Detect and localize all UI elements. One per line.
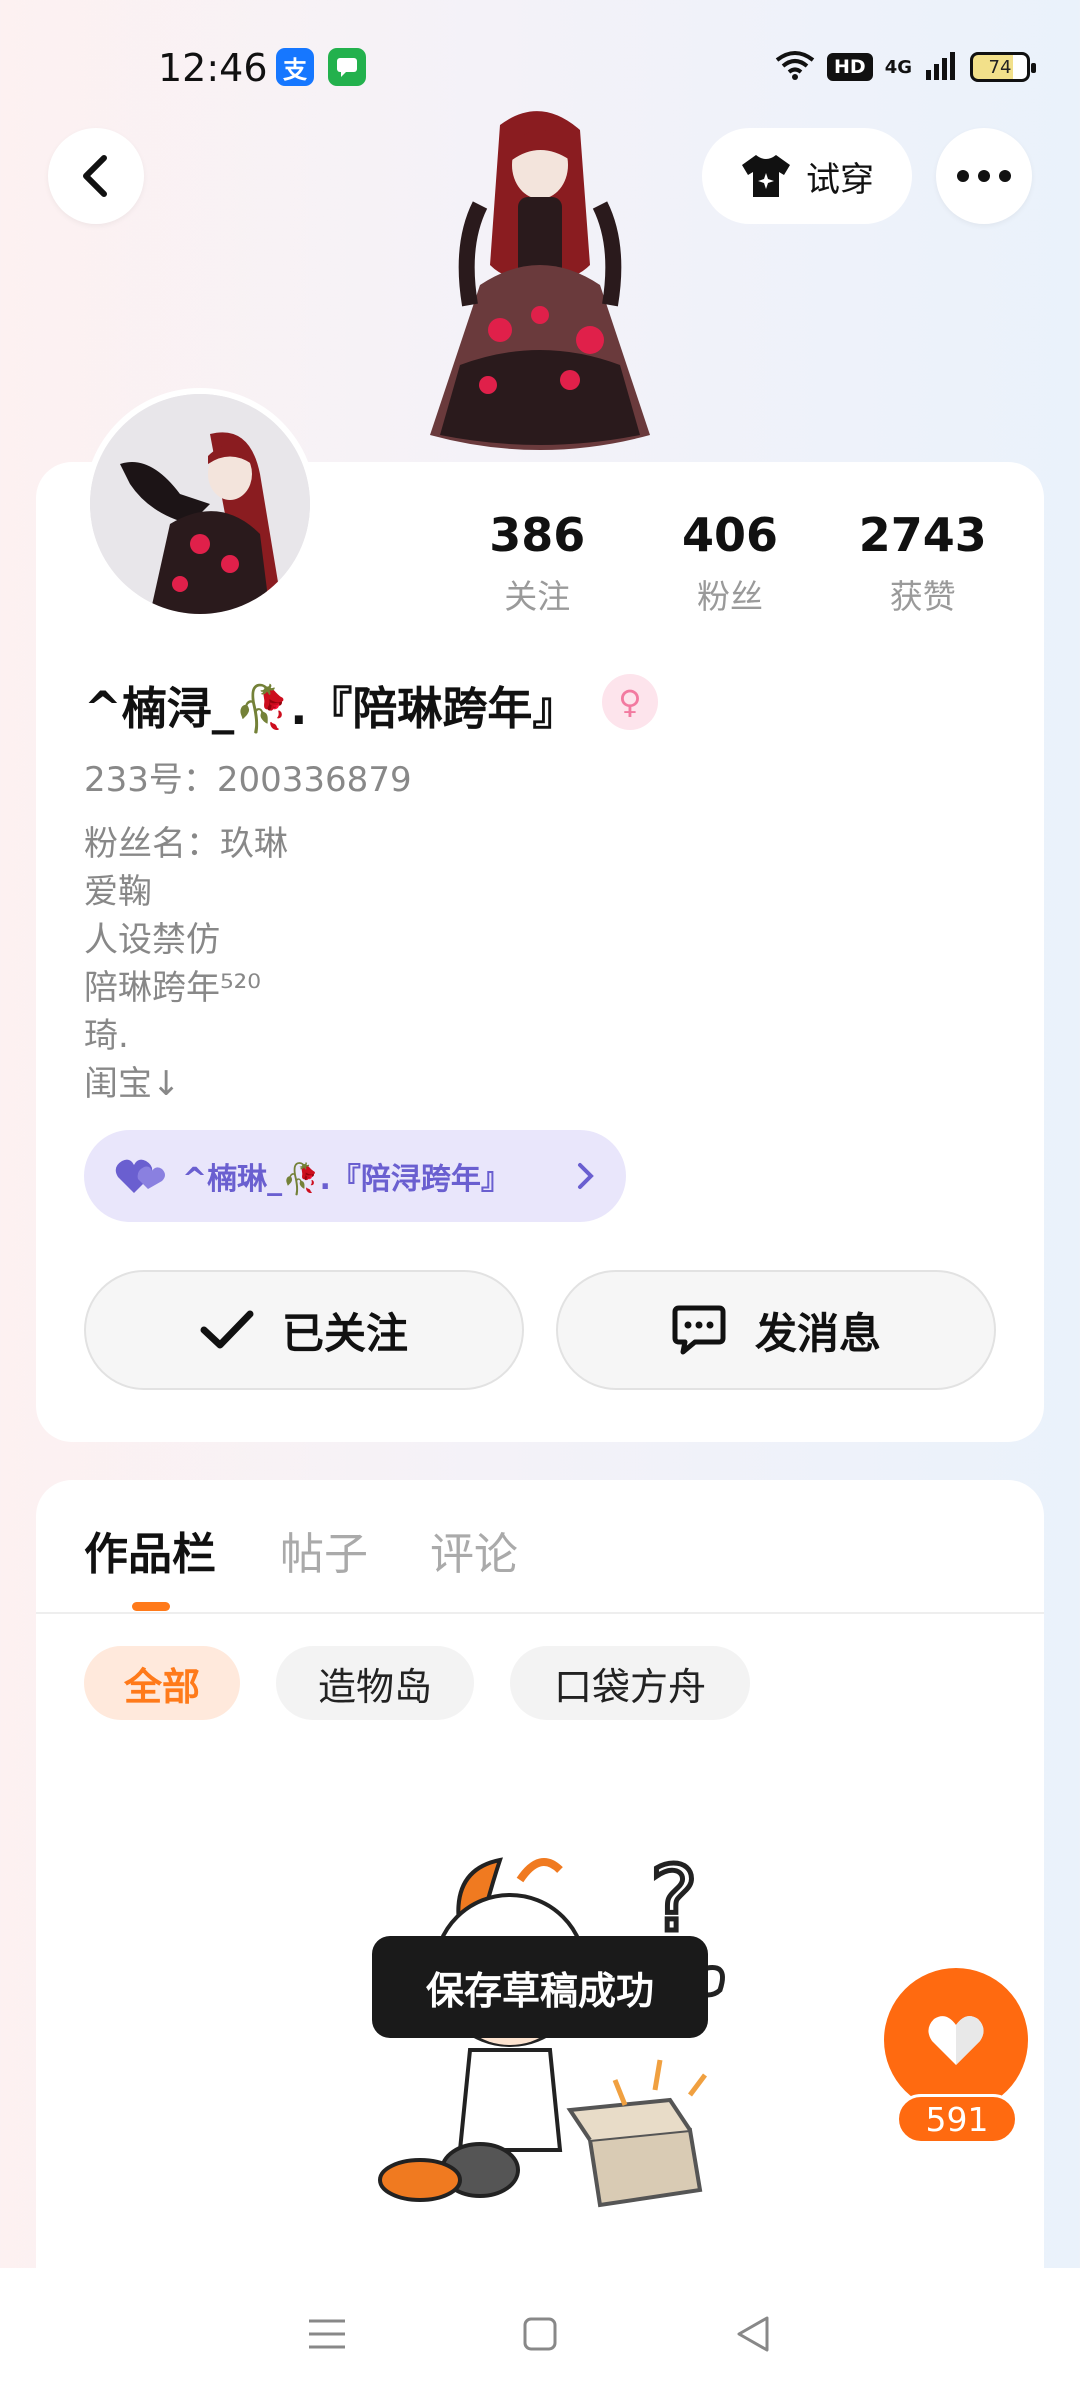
filter-chip-all[interactable]: 全部: [84, 1646, 240, 1720]
tab-comments[interactable]: 评论: [430, 1518, 518, 1582]
stat-likes-label: 获赞: [889, 577, 956, 616]
profile-stats: 386 关注 406 粉丝 2743 获赞: [440, 508, 1020, 618]
message-notification-icon: [328, 48, 366, 86]
followed-button[interactable]: 已关注: [84, 1270, 524, 1390]
battery-icon: 74: [970, 52, 1036, 82]
linked-account-pill[interactable]: ^楠琳_🥀.『陪浔跨年』: [84, 1130, 626, 1222]
system-nav-bar: [0, 2268, 1080, 2400]
wifi-icon: [775, 50, 815, 84]
active-tab-indicator: [132, 1602, 170, 1611]
stat-likes-value: 2743: [858, 508, 987, 562]
network-type: 4G: [884, 56, 912, 78]
toast-message: 保存草稿成功: [372, 1936, 708, 2038]
bio-line: 粉丝名：玖琳: [84, 824, 288, 864]
square-icon: [523, 2317, 557, 2351]
female-gender-icon: ♀: [602, 674, 658, 730]
tshirt-icon: [742, 155, 790, 197]
recent-apps-button[interactable]: [297, 2304, 357, 2364]
try-on-label: 试穿: [806, 159, 874, 200]
more-button[interactable]: [936, 128, 1032, 224]
heart-icon: [928, 2016, 984, 2065]
send-message-button[interactable]: 发消息: [556, 1270, 996, 1390]
stat-following-value: 386: [489, 508, 586, 562]
tab-posts[interactable]: 帖子: [280, 1518, 368, 1582]
filter-chip-pocket-ark[interactable]: 口袋方舟: [510, 1646, 750, 1720]
status-indicators: HD 4G 74: [775, 50, 1036, 84]
tab-works[interactable]: 作品栏: [84, 1518, 216, 1582]
bio-line: 琦.: [84, 1016, 129, 1056]
like-count: 591: [896, 2094, 1018, 2144]
bio-line: 陪琳跨年⁵²⁰: [84, 968, 261, 1008]
system-back-button[interactable]: [723, 2304, 783, 2364]
checkmark-icon: [200, 1310, 254, 1349]
bio-line: 人设禁仿: [84, 920, 220, 960]
menu-lines-icon: [308, 2319, 345, 2349]
triangle-back-icon: [737, 2316, 769, 2352]
signal-icon: [924, 50, 958, 84]
user-id[interactable]: 233号：200336879: [84, 752, 412, 801]
send-message-label: 发消息: [754, 1308, 881, 1358]
back-button[interactable]: [48, 128, 144, 224]
hd-icon: HD: [827, 53, 873, 81]
double-heart-icon: [115, 1159, 165, 1193]
followed-label: 已关注: [281, 1308, 408, 1358]
filter-chip-creation-island[interactable]: 造物岛: [276, 1646, 474, 1720]
like-button[interactable]: [884, 1968, 1028, 2112]
tab-divider: [36, 1612, 1044, 1614]
stat-following[interactable]: 386 关注: [440, 508, 635, 618]
stat-followers[interactable]: 406 粉丝: [635, 508, 826, 618]
chevron-left-icon: [83, 155, 107, 197]
stat-followers-value: 406: [681, 508, 779, 562]
stat-following-label: 关注: [504, 577, 571, 616]
stat-likes[interactable]: 2743 获赞: [825, 508, 1020, 618]
try-on-button[interactable]: 试穿: [702, 128, 912, 224]
alipay-notification-icon: 支: [276, 48, 314, 86]
linked-account-name: ^楠琳_🥀.『陪浔跨年』: [182, 1162, 511, 1197]
profile-nickname: ^楠浔_🥀.『陪琳跨年』: [84, 682, 578, 735]
empty-state-mascot-illustration: ?: [360, 1845, 760, 2250]
stat-followers-label: 粉丝: [697, 577, 763, 616]
avatar[interactable]: [84, 388, 316, 620]
status-time: 12:46: [158, 46, 268, 90]
chevron-right-icon: [578, 1163, 594, 1189]
home-button[interactable]: [510, 2304, 570, 2364]
bio-line: 闺宝↓: [84, 1064, 181, 1104]
profile-bio: 粉丝名：玖琳 爱鞠 人设禁仿 陪琳跨年⁵²⁰ 琦. 闺宝↓: [84, 820, 288, 1108]
chat-bubble-icon: [672, 1305, 726, 1355]
more-dots-icon: [957, 170, 1011, 182]
bio-line: 爱鞠: [84, 872, 152, 912]
hero-avatar-figure: [420, 105, 660, 465]
